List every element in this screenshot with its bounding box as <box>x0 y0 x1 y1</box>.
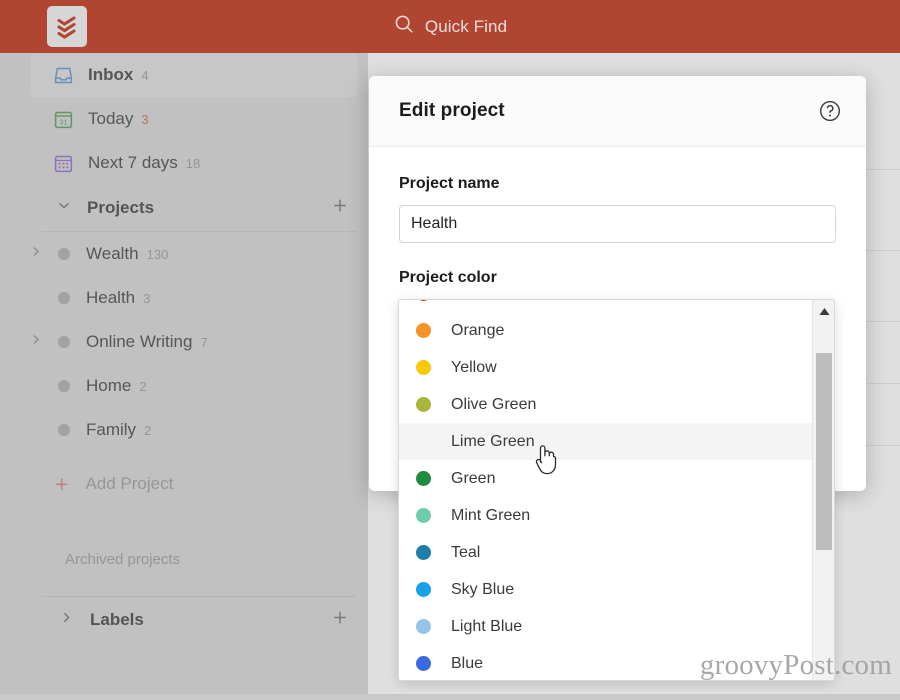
color-option-label: Green <box>451 469 496 487</box>
quick-find-label: Quick Find <box>424 16 508 36</box>
dropdown-scrollbar[interactable] <box>812 300 834 680</box>
color-swatch-icon <box>416 300 431 301</box>
color-option-label: Mint Green <box>451 506 531 524</box>
color-option-label: Lime Green <box>451 432 535 450</box>
color-option-label: Yellow <box>451 358 497 376</box>
watermark: groovyPost.com <box>699 649 892 681</box>
color-option-yellow[interactable]: Yellow <box>399 349 814 386</box>
quick-find-bar[interactable]: Quick Find <box>0 0 900 53</box>
color-swatch-icon <box>416 656 431 671</box>
dialog-header: Edit project <box>369 76 866 147</box>
dialog-body: Project name Project color <box>369 147 866 287</box>
color-option-label: Red <box>451 300 480 303</box>
color-swatch-icon <box>416 545 431 560</box>
bottom-strip <box>0 694 900 700</box>
color-option-green[interactable]: Green <box>399 460 814 497</box>
scrollbar-thumb[interactable] <box>816 353 832 550</box>
project-name-label: Project name <box>399 175 500 192</box>
color-swatch-icon <box>416 471 431 486</box>
color-swatch-icon <box>416 619 431 634</box>
color-option-list: Red Orange Yellow Olive Green Lime Green Gree… <box>399 300 814 680</box>
color-option-sky-blue[interactable]: Sky Blue <box>399 571 814 608</box>
app-header-bar: Quick Find <box>0 0 900 53</box>
color-swatch-icon <box>416 434 431 449</box>
color-swatch-icon <box>416 323 431 338</box>
color-option-label: Blue <box>451 654 484 672</box>
color-option-label: Olive Green <box>451 395 537 413</box>
color-option-light-blue[interactable]: Light Blue <box>399 608 814 645</box>
color-swatch-icon <box>416 508 431 523</box>
project-color-label: Project color <box>399 269 497 286</box>
color-option-orange[interactable]: Orange <box>399 312 814 349</box>
project-color-dropdown[interactable]: Red Orange Yellow Olive Green Lime Green Gree… <box>398 299 835 681</box>
color-swatch-icon <box>416 360 431 375</box>
app-window: Inbox 4 31 Today 3 Next 7 days 18 Projec… <box>0 0 900 700</box>
scroll-up-arrow-icon[interactable] <box>813 300 834 322</box>
color-option-label: Orange <box>451 321 505 339</box>
color-option-teal[interactable]: Teal <box>399 534 814 571</box>
dialog-title: Edit project <box>399 100 505 121</box>
color-option-label: Sky Blue <box>451 580 515 598</box>
color-option-label: Teal <box>451 543 481 561</box>
color-option-mint-green[interactable]: Mint Green <box>399 497 814 534</box>
color-option-olive-green[interactable]: Olive Green <box>399 386 814 423</box>
project-name-input[interactable] <box>399 205 836 243</box>
color-swatch-icon <box>416 582 431 597</box>
color-swatch-icon <box>416 397 431 412</box>
question-circle-icon[interactable] <box>818 99 842 123</box>
search-icon <box>393 13 415 40</box>
color-option-lime-green[interactable]: Lime Green <box>399 423 814 460</box>
color-option-label: Light Blue <box>451 617 523 635</box>
color-option-red[interactable]: Red <box>399 300 814 312</box>
